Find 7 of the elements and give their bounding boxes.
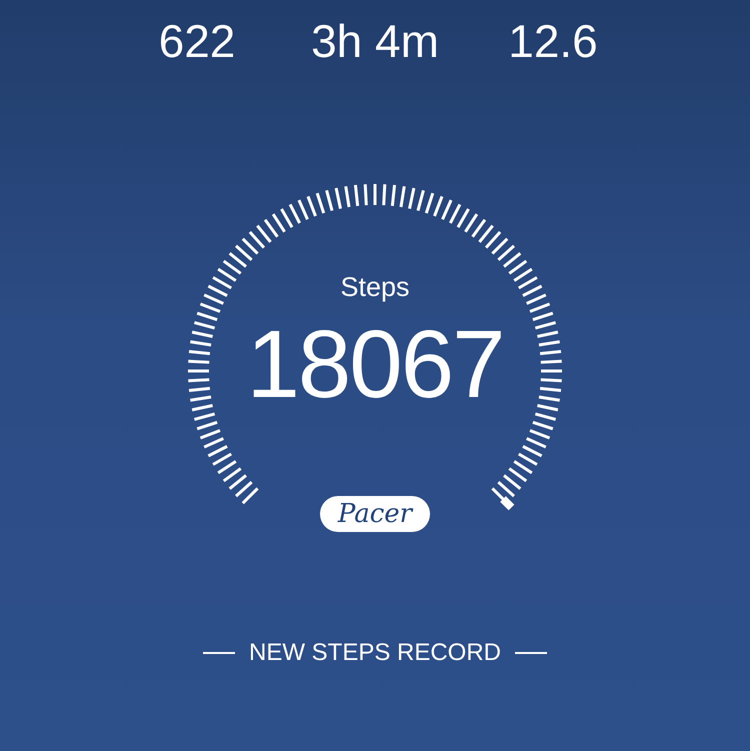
pacer-logo: Pacer [320, 496, 430, 532]
stat-value: 3h 4m [310, 18, 440, 64]
steps-count: 18067 [246, 317, 504, 413]
record-text: NEW STEPS RECORD [248, 641, 502, 665]
stat-value: 622 [158, 18, 236, 64]
stat-value: 12.6 [507, 18, 599, 64]
steps-label: Steps [340, 274, 410, 301]
